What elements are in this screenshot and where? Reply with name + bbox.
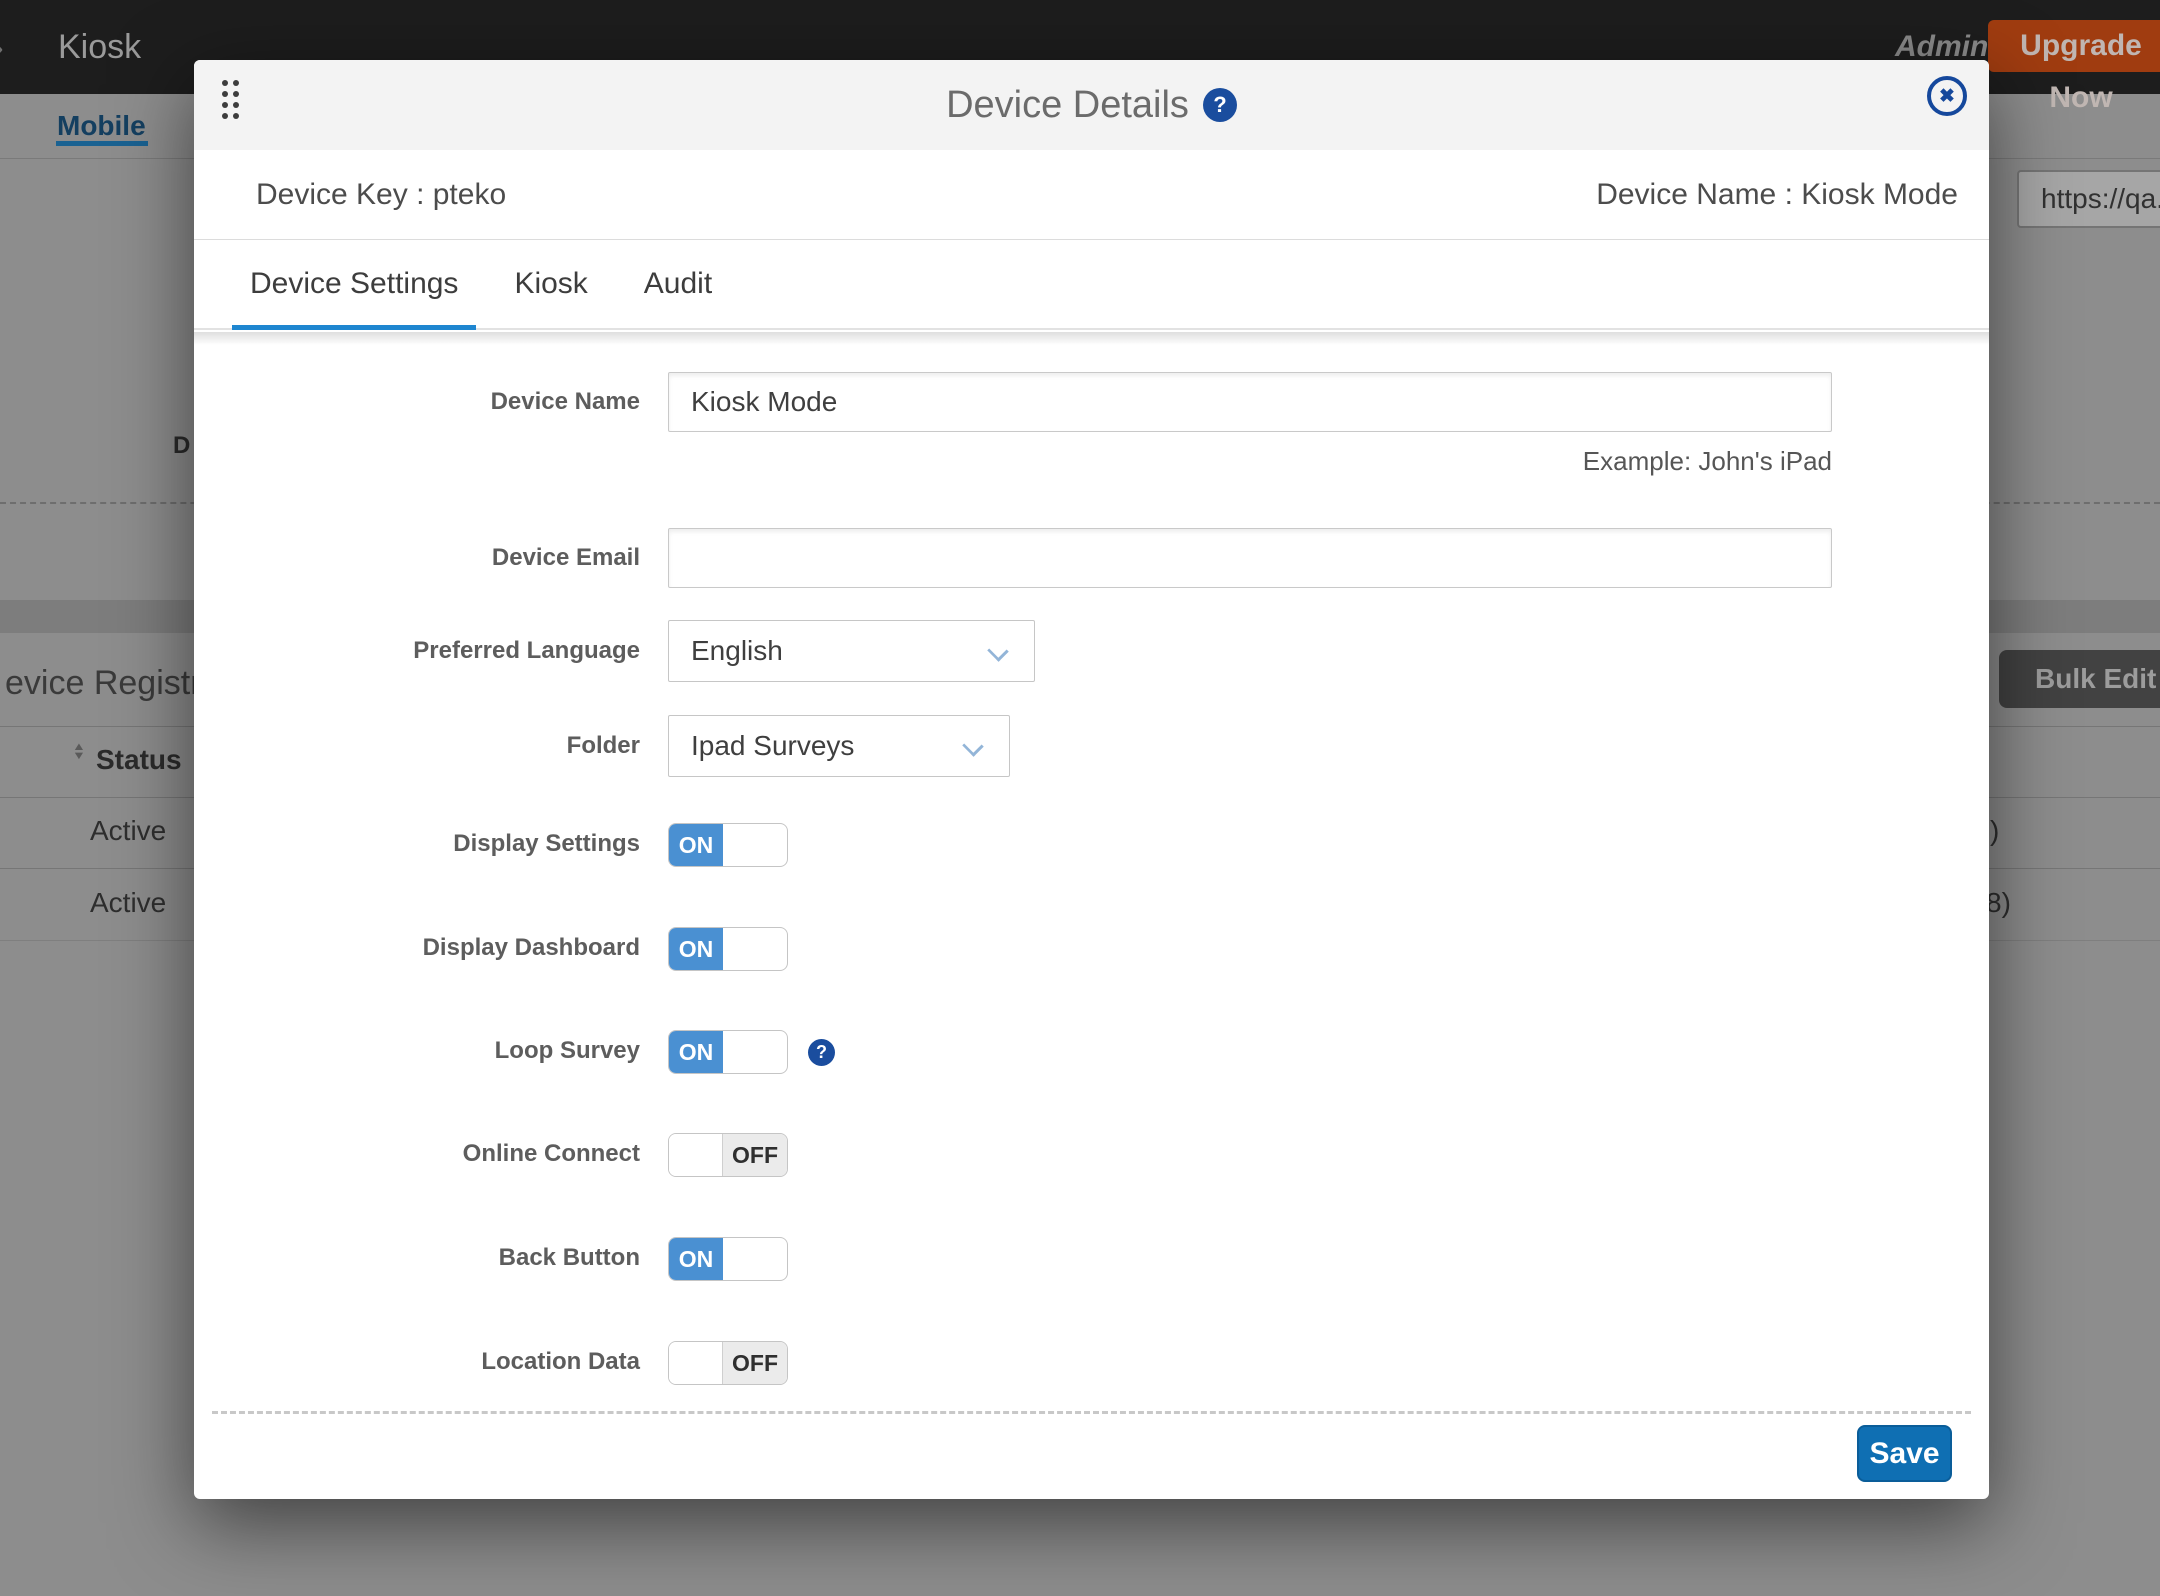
table-row-status: Active (90, 815, 166, 847)
upgrade-now-button[interactable]: Upgrade Now (1988, 20, 2160, 72)
sort-down-icon: ▼ (72, 752, 86, 759)
partial-label: D (173, 432, 190, 460)
online-connect-label: Online Connect (294, 1140, 640, 1168)
toggle-on-state: ON (669, 1031, 723, 1073)
tab-audit[interactable]: Audit (626, 241, 730, 328)
tab-mobile[interactable]: Mobile (57, 110, 146, 142)
device-name-helper: Example: John's iPad (1394, 446, 1832, 477)
close-icon[interactable]: ✖ (1927, 76, 1967, 116)
breadcrumb-chevron-icon: › (0, 0, 4, 94)
display-settings-label: Display Settings (294, 830, 640, 858)
folder-label: Folder (294, 732, 640, 760)
preferred-language-label: Preferred Language (294, 637, 640, 665)
loop-survey-label: Loop Survey (294, 1037, 640, 1065)
back-button-toggle[interactable]: ON (668, 1237, 788, 1281)
tab-device-settings[interactable]: Device Settings (232, 241, 476, 328)
toggle-on-state: ON (669, 928, 723, 970)
location-data-toggle[interactable]: OFF (668, 1341, 788, 1385)
help-icon[interactable]: ? (1203, 88, 1237, 122)
device-key-text: Device Key : pteko (256, 150, 506, 240)
toggle-knob (669, 1134, 723, 1176)
modal-subheader: Device Key : pteko Device Name : Kiosk M… (194, 150, 1989, 240)
preferred-language-value: English (691, 621, 783, 681)
status-column-header[interactable]: Status (96, 744, 182, 776)
table-row-status: Active (90, 887, 166, 919)
save-button[interactable]: Save (1857, 1425, 1952, 1482)
toggle-knob (669, 1342, 723, 1384)
back-button-label: Back Button (294, 1244, 640, 1272)
device-name-label: Device Name (294, 388, 640, 416)
screen: › Kiosk Admin Upgrade Now Mobile https:/… (0, 0, 2160, 1596)
table-row-partial-text: 8) (1986, 887, 2011, 919)
device-name-text: Device Name : Kiosk Mode (1596, 150, 1958, 240)
device-email-input[interactable] (668, 528, 1832, 588)
modal-header: Device Details ? ✖ (194, 60, 1989, 150)
online-connect-toggle[interactable]: OFF (668, 1133, 788, 1177)
bulk-edit-devices-button[interactable]: Bulk Edit Dev (1999, 650, 2160, 708)
chevron-down-icon (962, 735, 983, 756)
page-title: Kiosk (58, 0, 141, 94)
url-field[interactable]: https://qa. (2017, 170, 2160, 228)
modal-title: Device Details (946, 84, 1189, 127)
table-row-partial-text: ) (1990, 815, 1999, 847)
toggle-on-state: ON (669, 824, 723, 866)
loop-survey-toggle[interactable]: ON (668, 1030, 788, 1074)
tab-shadow (194, 332, 1989, 345)
device-registration-heading: evice Registr (5, 664, 202, 703)
device-name-input[interactable] (668, 372, 1832, 432)
folder-value: Ipad Surveys (691, 716, 854, 776)
modal-title-wrap: Device Details ? (194, 60, 1989, 150)
display-dashboard-toggle[interactable]: ON (668, 927, 788, 971)
tab-mobile-underline (56, 141, 148, 146)
tab-kiosk[interactable]: Kiosk (496, 241, 605, 328)
display-settings-toggle[interactable]: ON (668, 823, 788, 867)
toggle-off-state: OFF (723, 1134, 787, 1176)
device-details-modal: Device Details ? ✖ Device Key : pteko De… (194, 60, 1989, 1499)
chevron-down-icon (987, 640, 1008, 661)
modal-tabs: Device Settings Kiosk Audit (194, 241, 1989, 330)
footer-dashed-divider (212, 1411, 1971, 1414)
toggle-off-state: OFF (723, 1342, 787, 1384)
sort-icon[interactable]: ▲ ▼ (72, 742, 86, 760)
loop-survey-help-icon[interactable]: ? (808, 1039, 835, 1066)
device-email-label: Device Email (294, 544, 640, 572)
preferred-language-select[interactable]: English (668, 620, 1035, 682)
location-data-label: Location Data (294, 1348, 640, 1376)
toggle-on-state: ON (669, 1238, 723, 1280)
display-dashboard-label: Display Dashboard (294, 934, 640, 962)
folder-select[interactable]: Ipad Surveys (668, 715, 1010, 777)
